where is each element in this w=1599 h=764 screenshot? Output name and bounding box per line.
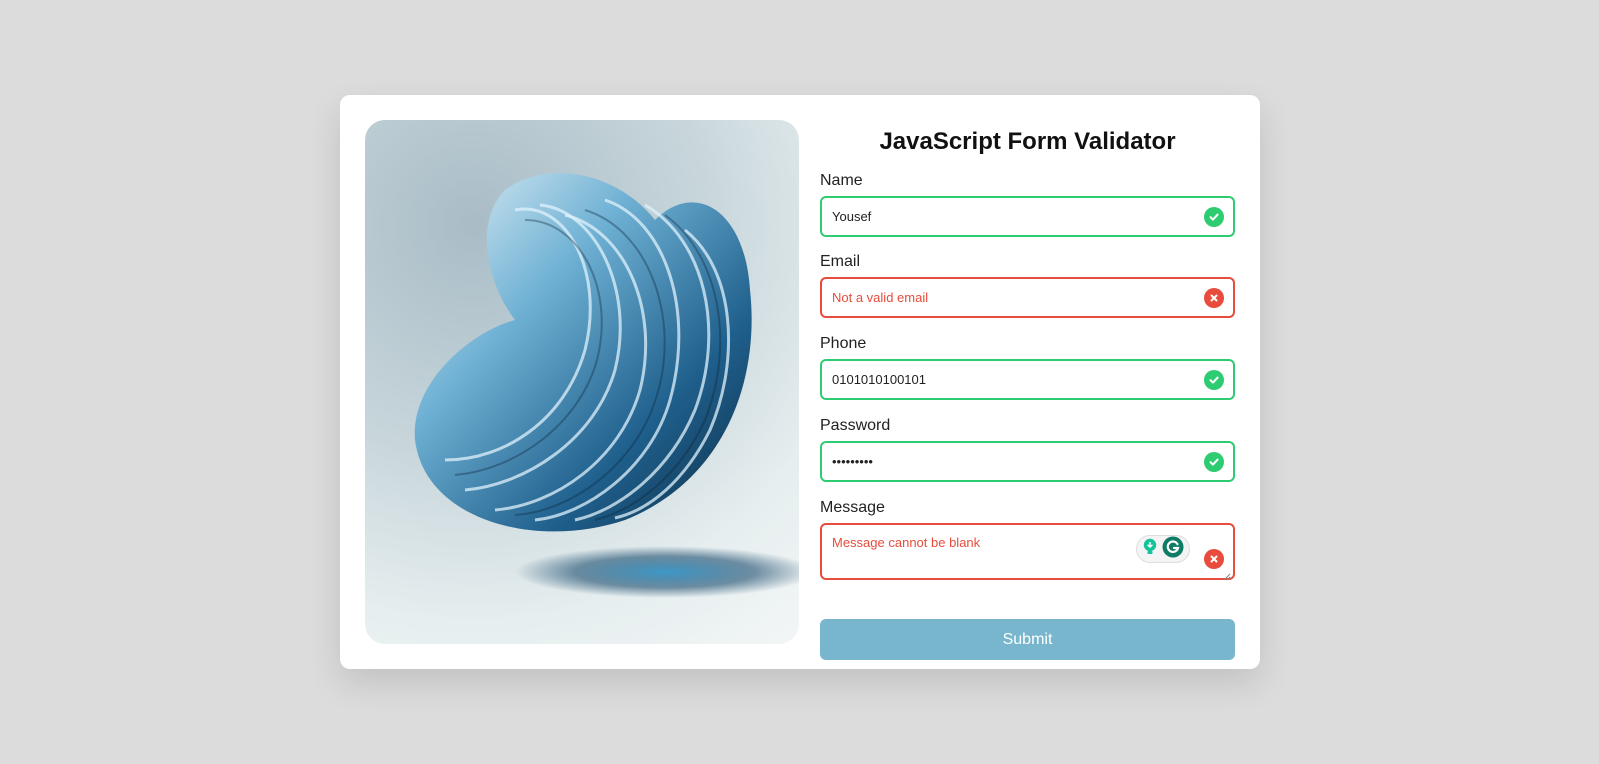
phone-input[interactable]	[832, 361, 1192, 398]
email-label: Email	[820, 253, 861, 270]
form-card: JavaScript Form Validator Name Email Pho…	[340, 95, 1260, 669]
grammarly-icon[interactable]	[1162, 536, 1184, 563]
check-circle-icon	[1204, 206, 1224, 227]
x-circle-icon	[1204, 287, 1224, 308]
phone-input-box	[820, 359, 1235, 400]
email-input-box	[820, 277, 1235, 318]
message-field: Message	[820, 499, 1235, 581]
phone-label: Phone	[820, 335, 867, 352]
submit-button[interactable]: Submit	[820, 619, 1235, 660]
password-input-box	[820, 441, 1235, 482]
name-label: Name	[820, 172, 863, 189]
email-input[interactable]	[832, 279, 1192, 316]
message-input-box	[820, 523, 1235, 581]
check-circle-icon	[1204, 369, 1224, 390]
validator-form: JavaScript Form Validator Name Email Pho…	[820, 120, 1235, 660]
message-label: Message	[820, 499, 885, 516]
form-title: JavaScript Form Validator	[879, 128, 1176, 155]
message-textarea[interactable]	[832, 535, 1112, 571]
password-input[interactable]	[832, 443, 1192, 480]
name-input[interactable]	[832, 198, 1192, 235]
name-input-box	[820, 196, 1235, 237]
lightbulb-icon[interactable]	[1142, 538, 1158, 561]
resize-handle[interactable]	[1223, 568, 1231, 581]
phone-field: Phone	[820, 335, 1235, 400]
name-field: Name	[820, 172, 1235, 237]
password-label: Password	[820, 417, 891, 434]
password-field: Password	[820, 417, 1235, 482]
x-circle-icon	[1204, 549, 1224, 569]
email-field: Email	[820, 253, 1235, 318]
hero-image	[365, 120, 799, 644]
grammarly-widget[interactable]	[1136, 535, 1190, 563]
check-circle-icon	[1204, 451, 1224, 472]
